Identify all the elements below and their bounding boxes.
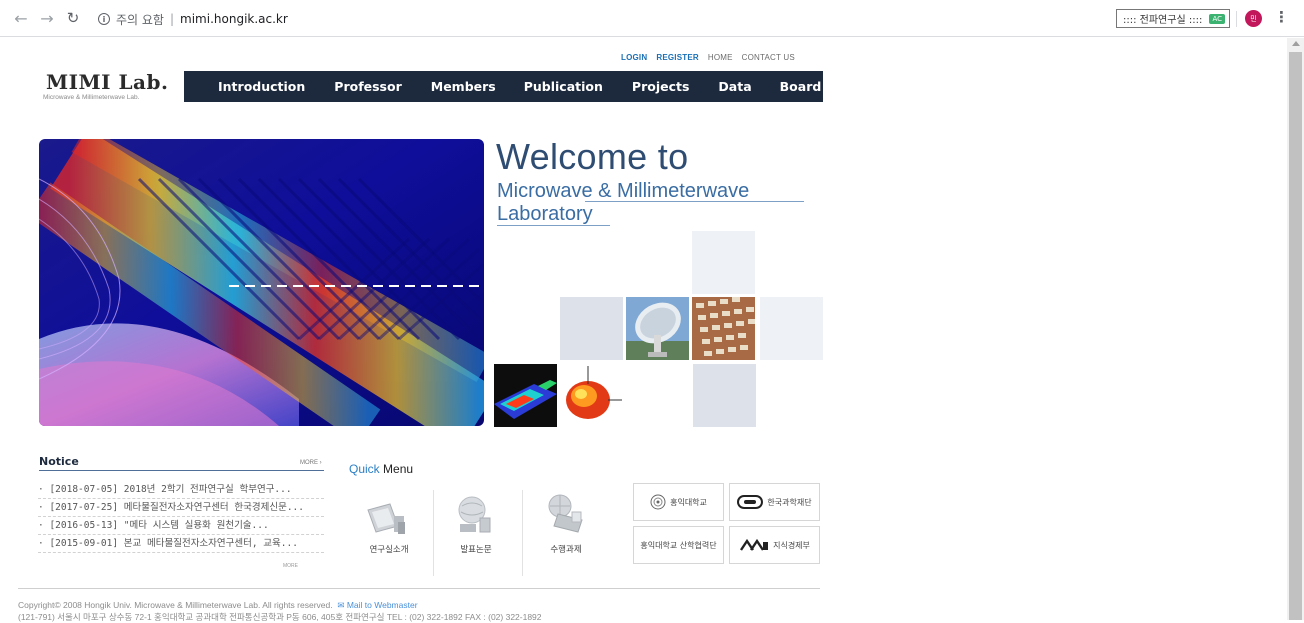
mosaic-tile [693, 364, 756, 427]
papers-icon[interactable] [452, 494, 498, 536]
partner-label: 홍익대학교 [670, 497, 707, 507]
metamaterial-array-photo [692, 297, 755, 360]
quick-menu-title-plain: Menu [383, 462, 414, 476]
extension-badge: AC [1209, 13, 1225, 24]
top-links: LOGIN REGISTER HOME CONTACT US [621, 53, 795, 62]
scroll-thumb[interactable] [1289, 52, 1302, 620]
security-warning: 주의 요함 [116, 12, 164, 27]
quick-menu-divider [433, 490, 434, 576]
footer-copyright: Copyright© 2008 Hongik Univ. Microwave &… [18, 600, 418, 611]
microstrip-simulation-image [494, 364, 557, 427]
register-link[interactable]: REGISTER [656, 53, 699, 62]
notice-item[interactable]: · [2017-07-25] 메타물질전자소자연구센터 한국경제신문... [38, 499, 324, 517]
satellite-dish-photo [626, 297, 689, 360]
quick-menu-divider [522, 490, 523, 576]
notice-more-link[interactable]: MORE › [300, 460, 322, 466]
notice-bottom-more[interactable]: MORE [283, 563, 298, 569]
partner-kosef[interactable]: 한국과학재단 [729, 483, 820, 521]
main-nav: Introduction Professor Members Publicati… [184, 71, 823, 102]
mke-logo-icon [739, 538, 769, 552]
notice-divider [39, 470, 324, 471]
notice-item[interactable]: · [2018-07-05] 2018년 2학기 전파연구실 학부연구... [38, 481, 324, 499]
quick-menu-title-colored: Quick [349, 462, 380, 476]
nav-data[interactable]: Data [718, 79, 751, 94]
scroll-up-icon[interactable] [1292, 41, 1300, 46]
radiation-pattern-image [560, 364, 623, 427]
hero-field-simulation-image [39, 139, 484, 426]
footer-divider [18, 588, 820, 589]
projects-icon[interactable] [542, 492, 588, 534]
notice-item[interactable]: · [2016-05-13] "메타 시스템 실용화 원천기술... [38, 517, 324, 535]
partner-label: 한국과학재단 [767, 497, 812, 507]
home-link[interactable]: HOME [708, 53, 733, 62]
footer-address: (121-791) 서울시 마포구 상수동 72-1 홍익대학교 공과대학 전파… [18, 612, 542, 622]
page-scrollbar[interactable] [1287, 38, 1304, 620]
quick-menu-label[interactable]: 발표논문 [441, 543, 511, 555]
mail-icon[interactable]: ✉ [335, 600, 344, 610]
extension-button[interactable]: :::: 전파연구실 :::: AC [1116, 9, 1230, 28]
partner-hongik[interactable]: 홍익대학교 [633, 483, 724, 521]
nav-board[interactable]: Board [780, 79, 822, 94]
copyright-text: Copyright© 2008 Hongik Univ. Microwave &… [18, 600, 333, 610]
mosaic-tile [560, 297, 623, 360]
welcome-subtitle-1: Microwave & Millimeterwave [497, 180, 750, 202]
hongik-seal-icon [650, 494, 666, 510]
mosaic-tile [760, 297, 823, 360]
login-link[interactable]: LOGIN [621, 53, 647, 62]
quick-menu-label[interactable]: 수행과제 [531, 543, 601, 555]
info-icon[interactable]: i [98, 13, 110, 25]
profile-avatar[interactable]: 민 [1245, 10, 1262, 27]
lab-intro-icon[interactable] [364, 496, 410, 538]
notice-title: Notice [39, 455, 79, 468]
nav-professor[interactable]: Professor [334, 79, 401, 94]
quick-menu-title: Quick Menu [349, 462, 413, 476]
nav-projects[interactable]: Projects [632, 79, 690, 94]
url-text[interactable]: mimi.hongik.ac.kr [180, 12, 288, 26]
kosef-logo-icon [737, 495, 764, 509]
welcome-heading: Welcome to [496, 136, 689, 177]
extension-label: :::: 전파연구실 :::: [1123, 15, 1203, 26]
mail-webmaster-link[interactable]: Mail to Webmaster [347, 600, 418, 610]
partner-label: 홍익대학교 산학협력단 [640, 540, 717, 550]
nav-publication[interactable]: Publication [524, 79, 603, 94]
toolbar-divider [1236, 11, 1237, 27]
kebab-menu-icon[interactable]: ⋮ [1274, 8, 1289, 26]
mosaic-tile [692, 231, 755, 294]
address-bar[interactable]: i 주의 요함 | mimi.hongik.ac.kr [98, 7, 1108, 31]
forward-arrow-icon[interactable]: → [34, 5, 60, 31]
address-separator: | [169, 12, 175, 26]
notice-list: · [2018-07-05] 2018년 2학기 전파연구실 학부연구... ·… [38, 481, 324, 553]
quick-menu-label[interactable]: 연구실소개 [354, 543, 424, 555]
reload-icon[interactable]: ↻ [60, 5, 86, 31]
welcome-underline-2 [497, 225, 610, 226]
logo-subtitle: Microwave & Millimeterwave Lab. [43, 94, 140, 101]
notice-item[interactable]: · [2015-09-01] 본교 메타물질전자소자연구센터, 교육... [38, 535, 324, 553]
nav-members[interactable]: Members [431, 79, 496, 94]
partner-label: 지식경제부 [773, 540, 810, 550]
nav-introduction[interactable]: Introduction [218, 79, 305, 94]
welcome-subtitle-2: Laboratory [497, 203, 593, 225]
partner-mke[interactable]: 지식경제부 [729, 526, 820, 564]
partner-hongik-industry[interactable]: 홍익대학교 산학협력단 [633, 526, 724, 564]
back-arrow-icon[interactable]: ← [8, 5, 34, 31]
contact-link[interactable]: CONTACT US [742, 53, 795, 62]
site-logo[interactable]: MIMI Lab. [46, 70, 168, 94]
